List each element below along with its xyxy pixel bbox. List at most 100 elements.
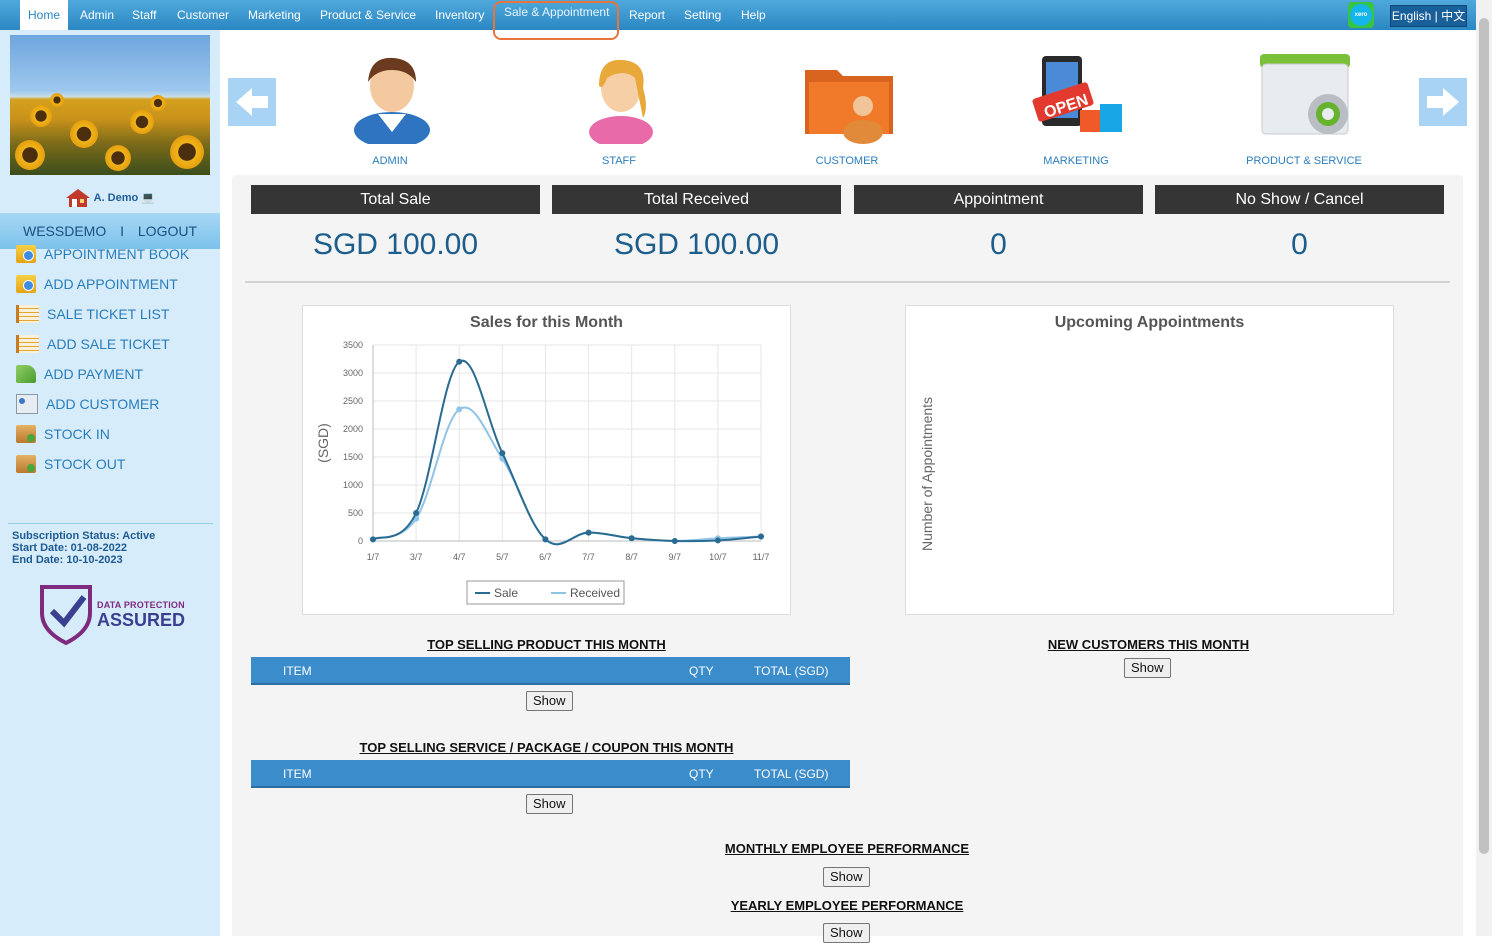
badge-line2: ASSURED	[97, 610, 186, 630]
box-in-icon	[16, 425, 36, 443]
nav-marketing[interactable]: Marketing	[240, 0, 309, 30]
data-protection-badge: DATA PROTECTION ASSURED	[38, 583, 188, 646]
nav-sale-appointment[interactable]: Sale & Appointment	[496, 0, 617, 27]
column-qty: QTY	[689, 664, 714, 678]
sidebar-item-stock-in[interactable]: STOCK IN	[16, 419, 189, 449]
nav-admin[interactable]: Admin	[72, 0, 122, 30]
data-point-sale	[370, 536, 376, 543]
series-line-received	[372, 406, 762, 545]
data-point-received	[456, 406, 463, 413]
scrollbar-thumb[interactable]	[1479, 18, 1489, 854]
subscription-status: Subscription Status: Active	[12, 530, 156, 542]
sidebar-item-label: STOCK OUT	[44, 456, 126, 472]
nav-product-service[interactable]: Product & Service	[312, 0, 424, 30]
nav-report[interactable]: Report	[621, 0, 673, 30]
sidebar-item-add-customer[interactable]: ADD CUSTOMER	[16, 389, 189, 419]
column-qty: QTY	[689, 767, 714, 781]
sales-chart: 0 500 1000 1500 2000 2500 3000 3500 1/7 3/7 4/7 5/7…	[315, 340, 770, 605]
nav-setting[interactable]: Setting	[676, 0, 729, 30]
language-switcher[interactable]: English | 中文	[1390, 5, 1467, 27]
nav-inventory[interactable]: Inventory	[427, 0, 492, 30]
module-label: MARKETING	[1043, 155, 1109, 167]
subscription-info: Subscription Status: Active Start Date: …	[12, 530, 155, 566]
column-item: ITEM	[283, 664, 312, 678]
stat-total-received-value: SGD 100.00	[613, 228, 780, 261]
y-tick-label: 500	[348, 508, 363, 518]
xero-label: xero	[1350, 4, 1372, 26]
x-tick-label: 11/7	[753, 552, 770, 562]
sidebar-item-add-payment[interactable]: ADD PAYMENT	[16, 359, 189, 389]
sidebar-item-sale-ticket-list[interactable]: SALE TICKET LIST	[16, 299, 189, 329]
module-customer[interactable]: CUSTOMER	[777, 48, 917, 173]
sidebar-item-add-appointment[interactable]: ADD APPOINTMENT	[16, 269, 189, 299]
sidebar-item-label: ADD APPOINTMENT	[44, 276, 178, 292]
column-total: TOTAL (SGD)	[754, 664, 829, 678]
xero-icon[interactable]: xero	[1348, 2, 1374, 28]
appointments-chart-card: Upcoming Appointments Number of Appointm…	[905, 305, 1394, 615]
module-label: PRODUCT & SERVICE	[1246, 155, 1362, 167]
carousel-next-button[interactable]	[1419, 78, 1467, 126]
y-axis-label: (SGD)	[315, 423, 331, 463]
data-point-sale	[671, 538, 678, 544]
sidebar-item-label: SALE TICKET LIST	[47, 306, 170, 322]
module-product-service[interactable]: PRODUCT & SERVICE	[1234, 48, 1374, 173]
column-item: ITEM	[283, 767, 312, 781]
module-label: CUSTOMER	[815, 155, 879, 167]
logout-link[interactable]: LOGOUT	[138, 223, 197, 239]
stat-total-sale-header: Total Sale	[251, 185, 540, 214]
x-tick-label: 10/7	[709, 552, 727, 562]
x-tick-label: 8/7	[625, 552, 638, 562]
username-link[interactable]: WESSDEMO	[23, 223, 106, 239]
arrow-left-icon	[236, 88, 268, 116]
show-yearly-performance-button[interactable]: Show	[823, 923, 870, 943]
sidebar-item-label: STOCK IN	[44, 426, 110, 442]
monthly-performance-title: MONTHLY EMPLOYEE PERFORMANCE	[724, 841, 970, 856]
sidebar: A. Demo 💻 WESSDEMO I LOGOUT	[0, 30, 220, 936]
legend-label-sale: Sale	[494, 586, 518, 600]
module-staff[interactable]: STAFF	[549, 48, 689, 173]
product-service-gear-icon	[1260, 54, 1350, 135]
y-tick-label: 3500	[343, 340, 363, 350]
sidebar-item-appointment-book[interactable]: APPOINTMENT BOOK	[16, 239, 189, 269]
nav-help[interactable]: Help	[733, 0, 774, 30]
customer-folder-icon	[805, 70, 893, 144]
appointments-y-axis-label: Number of Appointments	[919, 397, 935, 551]
data-point-sale	[499, 450, 506, 457]
module-admin[interactable]: ADMIN	[320, 48, 460, 173]
sidebar-item-label: ADD CUSTOMER	[46, 396, 160, 412]
stats-divider	[245, 281, 1450, 283]
show-new-customers-button[interactable]: Show	[1124, 658, 1171, 678]
data-point-sale	[542, 536, 549, 543]
x-tick-label: 4/7	[453, 552, 466, 562]
module-label: ADMIN	[372, 155, 408, 167]
show-top-services-button[interactable]: Show	[526, 794, 573, 814]
data-point-sale	[456, 358, 463, 365]
laptop-icon: 💻	[141, 191, 156, 204]
appointments-chart: Number of Appointments	[919, 397, 935, 551]
nav-staff[interactable]: Staff	[124, 0, 164, 30]
legend-label-received: Received	[570, 586, 620, 600]
x-tick-label: 7/7	[582, 552, 595, 562]
stat-total-sale-value: SGD 100.00	[312, 228, 479, 261]
sidebar-item-stock-out[interactable]: STOCK OUT	[16, 449, 189, 479]
nav-customer[interactable]: Customer	[169, 0, 237, 30]
sidebar-divider	[8, 523, 213, 524]
module-marketing[interactable]: OPEN MARKETING	[1006, 48, 1146, 173]
house-icon	[65, 188, 91, 208]
box-out-icon	[16, 455, 36, 473]
module-label: STAFF	[601, 155, 636, 167]
user-name: A. Demo	[93, 191, 139, 204]
ticket-add-icon	[16, 335, 39, 353]
sidebar-item-add-sale-ticket[interactable]: ADD SALE TICKET	[16, 329, 189, 359]
nav-home[interactable]: Home	[20, 0, 69, 30]
x-tick-label: 3/7	[410, 552, 423, 562]
show-top-products-button[interactable]: Show	[526, 691, 573, 711]
subscription-end: End Date: 10-10-2023	[12, 554, 123, 566]
show-monthly-performance-button[interactable]: Show	[823, 867, 870, 887]
new-customers-title: NEW CUSTOMERS THIS MONTH	[1047, 637, 1250, 652]
x-tick-label: 5/7	[496, 552, 509, 562]
stat-no-show-header: No Show / Cancel	[1155, 185, 1444, 214]
x-tick-label: 1/7	[367, 552, 380, 562]
staff-avatar-icon	[589, 59, 653, 144]
carousel-prev-button[interactable]	[228, 78, 276, 126]
